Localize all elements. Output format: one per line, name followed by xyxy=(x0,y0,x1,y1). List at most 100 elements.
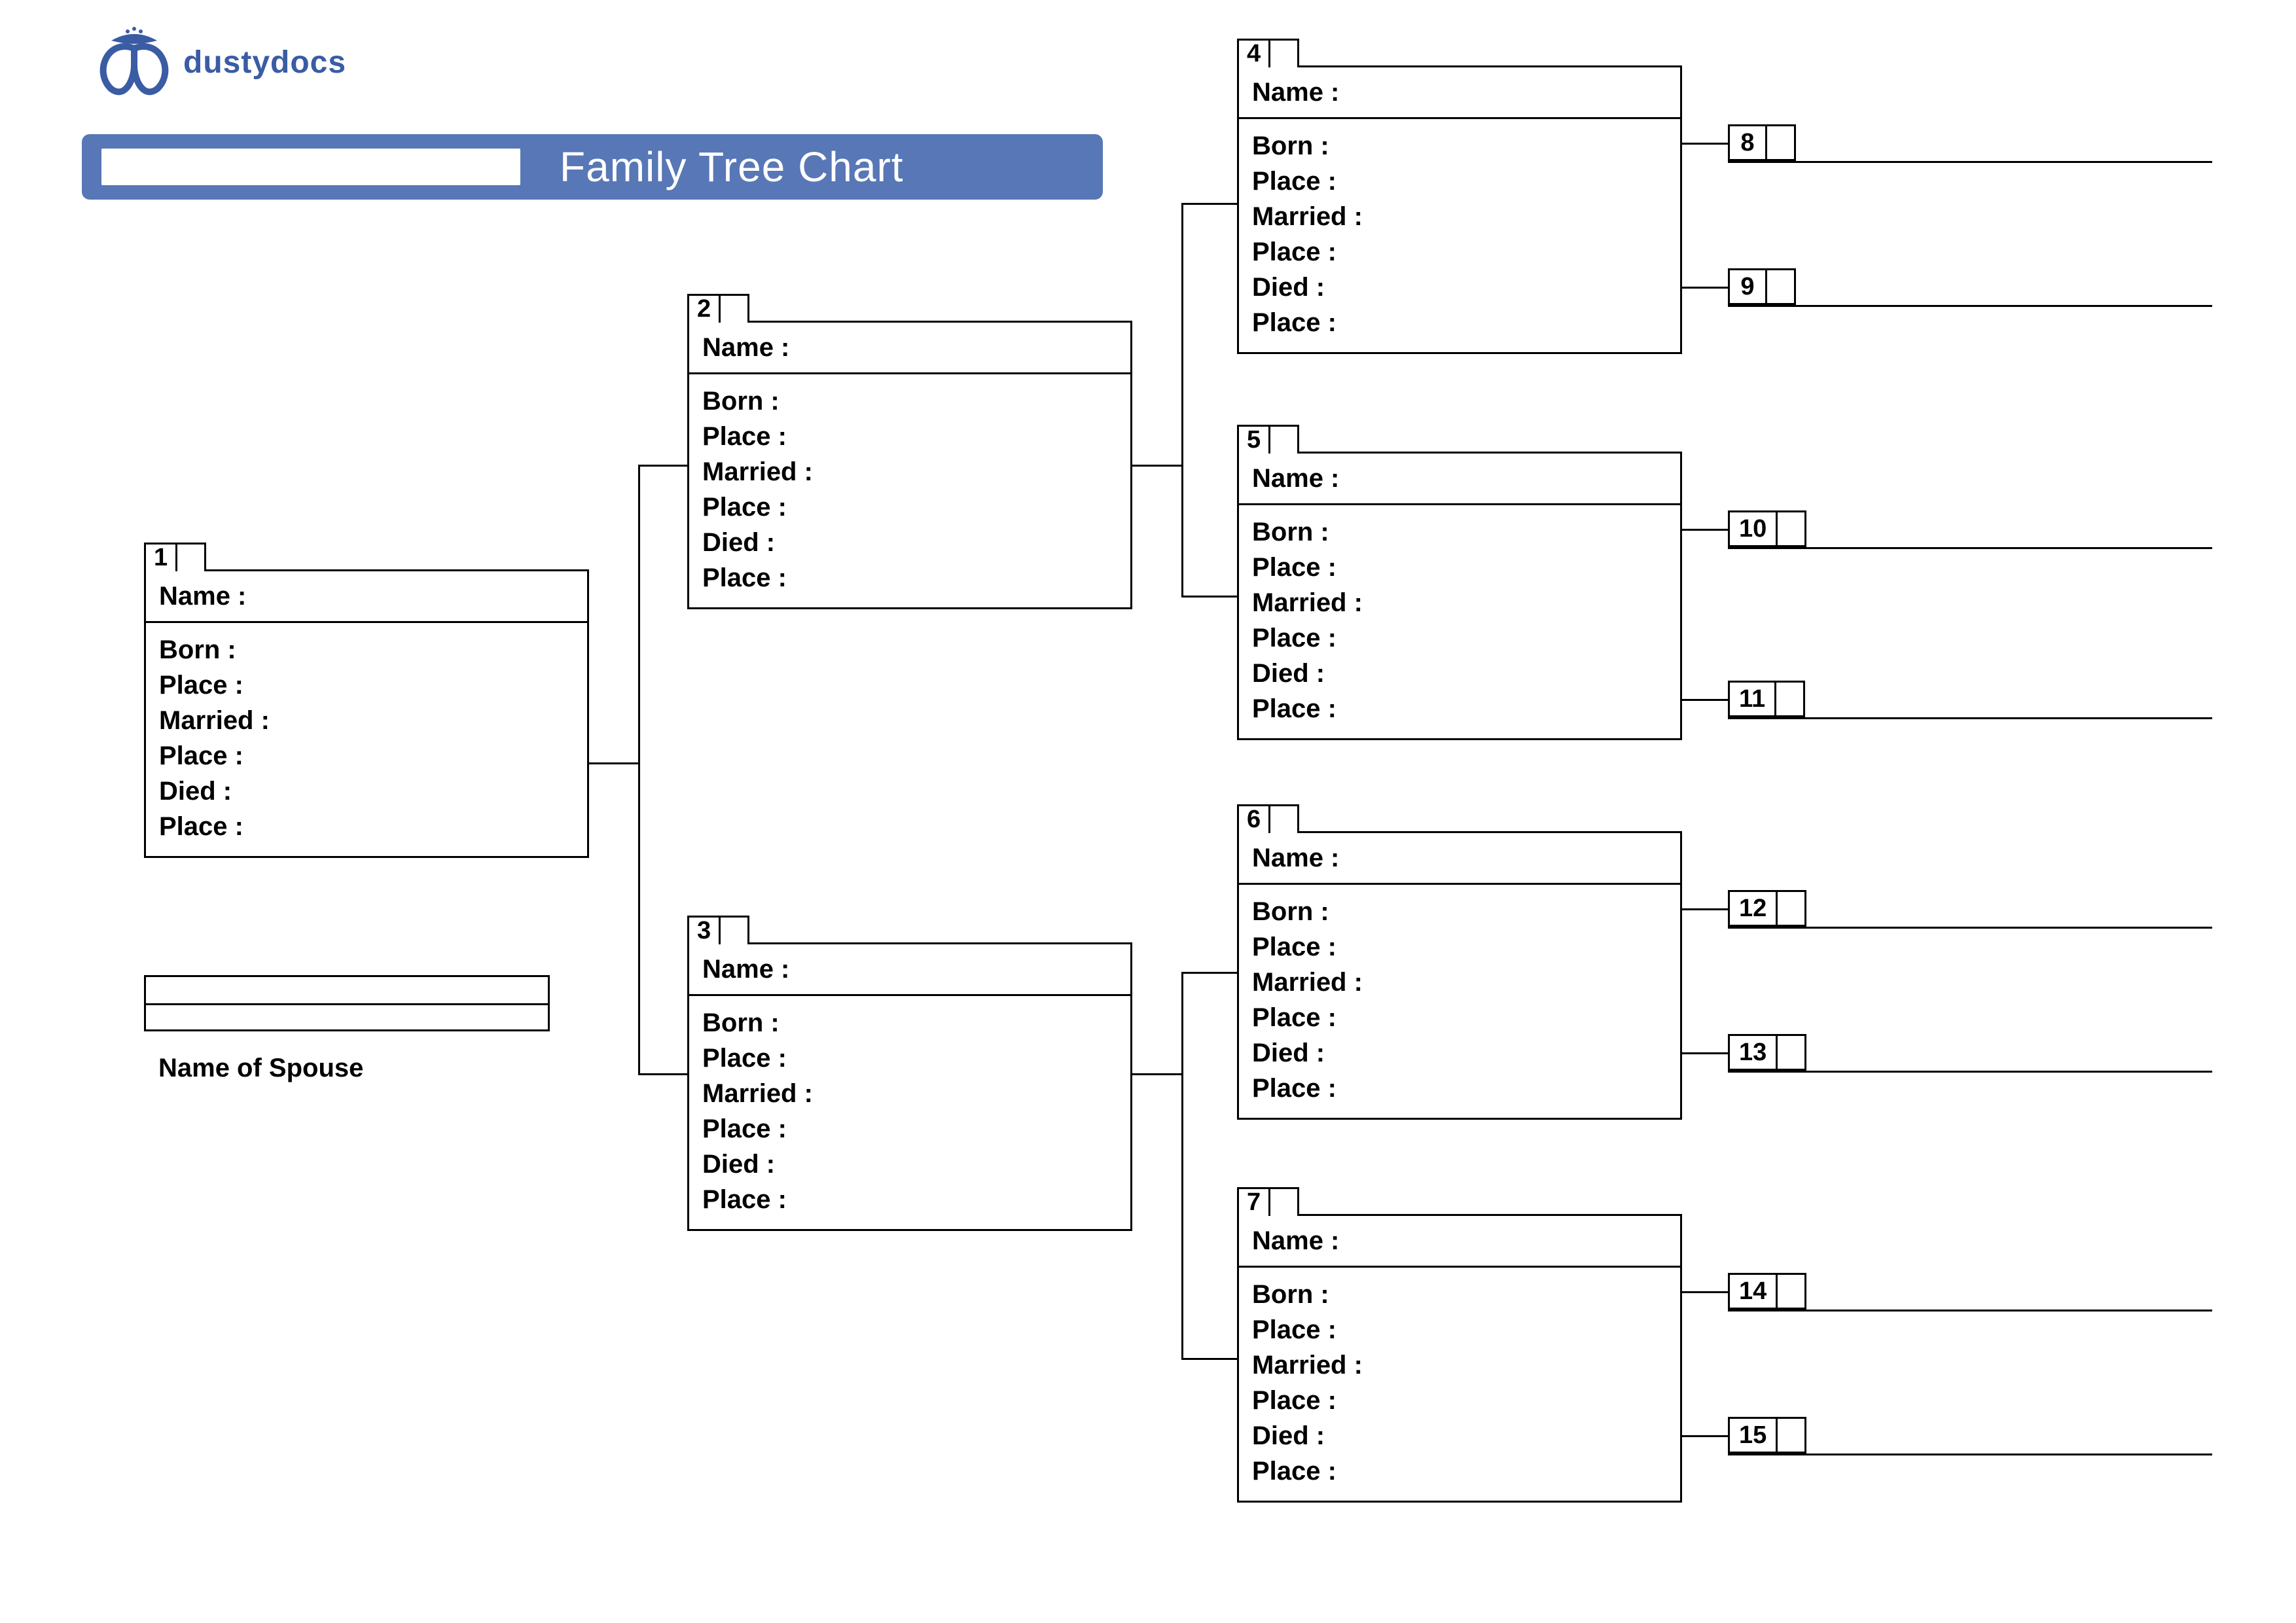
person-box-3[interactable]: 3 Name : Born : Place : Married : Place … xyxy=(687,942,1132,1231)
person-box-7[interactable]: 7 Name : Born : Place : Married : Place … xyxy=(1237,1214,1682,1503)
married-label: Married : xyxy=(1252,199,1667,234)
place-label: Place : xyxy=(702,419,1117,454)
place-label: Place : xyxy=(1252,1312,1667,1347)
died-label: Died : xyxy=(1252,270,1667,305)
person-number: 6 xyxy=(1237,804,1270,833)
stub-number: 11 xyxy=(1728,681,1776,717)
name-label: Name : xyxy=(146,571,587,623)
person-number: 5 xyxy=(1237,425,1270,454)
born-label: Born : xyxy=(1252,1277,1667,1312)
married-label: Married : xyxy=(159,703,574,738)
connector xyxy=(1682,529,1728,531)
place-label: Place : xyxy=(1252,691,1667,726)
title-bar: Family Tree Chart xyxy=(82,134,1103,200)
connector xyxy=(1682,1435,1728,1437)
brand-name: dustydocs xyxy=(183,45,346,80)
connector xyxy=(1181,596,1237,597)
connector xyxy=(1132,1073,1181,1075)
born-label: Born : xyxy=(702,1005,1117,1041)
person-number: 3 xyxy=(687,916,721,944)
name-label: Name : xyxy=(689,944,1130,996)
place-label: Place : xyxy=(702,1182,1117,1217)
person-number-blank xyxy=(721,916,749,944)
stub-number: 13 xyxy=(1728,1034,1778,1071)
stub-number: 15 xyxy=(1728,1417,1778,1454)
person-number: 7 xyxy=(1237,1187,1270,1216)
person-box-1[interactable]: 1 Name : Born : Place : Married : Place … xyxy=(144,569,589,858)
place-label: Place : xyxy=(1252,1071,1667,1106)
died-label: Died : xyxy=(1252,1418,1667,1454)
place-label: Place : xyxy=(1252,1454,1667,1489)
connector xyxy=(1682,287,1728,289)
connector xyxy=(1181,203,1183,596)
person-number: 4 xyxy=(1237,39,1270,67)
connector xyxy=(1682,699,1728,701)
married-label: Married : xyxy=(702,454,1117,490)
place-label: Place : xyxy=(1252,305,1667,340)
place-label: Place : xyxy=(1252,550,1667,585)
connector xyxy=(638,465,687,467)
stub-number: 12 xyxy=(1728,890,1778,927)
person-number-blank xyxy=(1270,39,1299,67)
person-box-2[interactable]: 2 Name : Born : Place : Married : Place … xyxy=(687,321,1132,609)
page-title: Family Tree Chart xyxy=(520,143,1103,191)
place-label: Place : xyxy=(159,668,574,703)
married-label: Married : xyxy=(1252,965,1667,1000)
married-label: Married : xyxy=(1252,585,1667,620)
place-label: Place : xyxy=(1252,1000,1667,1035)
title-input-slot[interactable] xyxy=(101,149,520,185)
name-label: Name : xyxy=(689,323,1130,374)
born-label: Born : xyxy=(1252,514,1667,550)
connector xyxy=(1132,465,1181,467)
died-label: Died : xyxy=(702,1147,1117,1182)
stub-number: 10 xyxy=(1728,510,1778,547)
person-number-blank xyxy=(721,294,749,323)
born-label: Born : xyxy=(702,383,1117,419)
person-box-6[interactable]: 6 Name : Born : Place : Married : Place … xyxy=(1237,831,1682,1120)
person-number-blank xyxy=(1270,804,1299,833)
person-number: 1 xyxy=(144,543,177,571)
died-label: Died : xyxy=(702,525,1117,560)
place-label: Place : xyxy=(702,560,1117,596)
place-label: Place : xyxy=(159,738,574,774)
person-number-blank xyxy=(177,543,206,571)
stub-number: 9 xyxy=(1728,268,1767,305)
place-label: Place : xyxy=(702,490,1117,525)
died-label: Died : xyxy=(1252,1035,1667,1071)
place-label: Place : xyxy=(1252,1383,1667,1418)
connector xyxy=(589,762,638,764)
died-label: Died : xyxy=(159,774,574,809)
person-box-5[interactable]: 5 Name : Born : Place : Married : Place … xyxy=(1237,452,1682,740)
person-number-blank xyxy=(1270,1187,1299,1216)
place-label: Place : xyxy=(1252,164,1667,199)
spouse-box[interactable] xyxy=(144,975,550,1031)
person-number-blank xyxy=(1270,425,1299,454)
spouse-label: Name of Spouse xyxy=(158,1054,363,1083)
married-label: Married : xyxy=(702,1076,1117,1111)
connector xyxy=(1181,972,1237,974)
connector xyxy=(1181,972,1183,1358)
place-label: Place : xyxy=(702,1041,1117,1076)
connector xyxy=(1682,1052,1728,1054)
connector xyxy=(1181,203,1237,205)
brand-logo: dustydocs xyxy=(98,26,346,98)
born-label: Born : xyxy=(1252,894,1667,929)
connector xyxy=(1682,143,1728,145)
connector xyxy=(1682,908,1728,910)
stub-number: 8 xyxy=(1728,124,1767,161)
person-box-4[interactable]: 4 Name : Born : Place : Married : Place … xyxy=(1237,65,1682,354)
name-label: Name : xyxy=(1239,454,1680,505)
connector xyxy=(1682,1291,1728,1293)
place-label: Place : xyxy=(159,809,574,844)
butterfly-icon xyxy=(98,26,170,98)
place-label: Place : xyxy=(1252,620,1667,656)
place-label: Place : xyxy=(702,1111,1117,1147)
connector xyxy=(1181,1358,1237,1360)
name-label: Name : xyxy=(1239,67,1680,119)
born-label: Born : xyxy=(159,632,574,668)
place-label: Place : xyxy=(1252,929,1667,965)
born-label: Born : xyxy=(1252,128,1667,164)
connector xyxy=(638,465,640,1073)
died-label: Died : xyxy=(1252,656,1667,691)
name-label: Name : xyxy=(1239,833,1680,885)
